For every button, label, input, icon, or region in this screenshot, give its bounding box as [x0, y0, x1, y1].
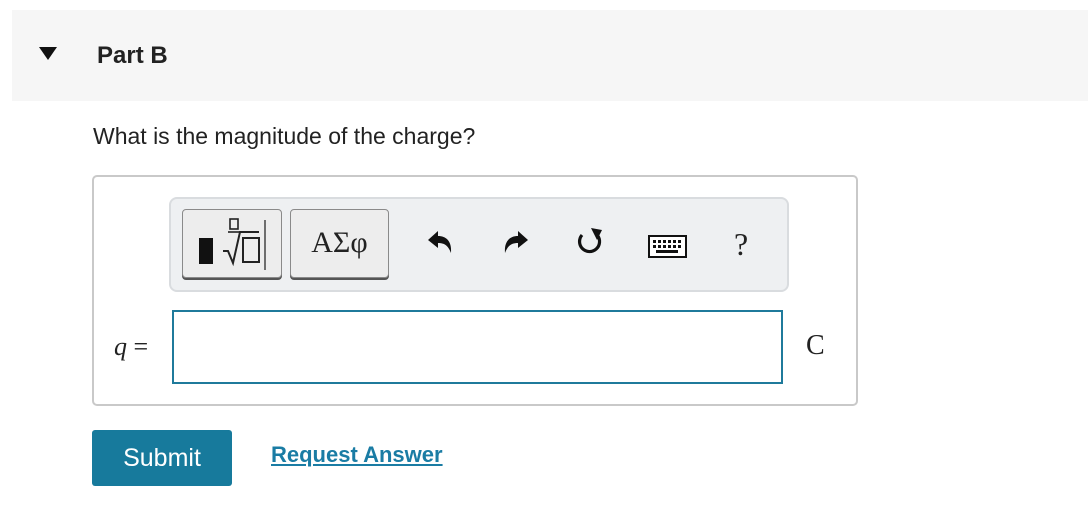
- part-title: Part B: [97, 42, 168, 69]
- unit-label: C: [806, 330, 825, 361]
- variable-label: q: [114, 332, 127, 361]
- question-text: What is the magnitude of the charge?: [93, 123, 476, 149]
- keyboard-icon[interactable]: [648, 234, 688, 260]
- caret-down-icon[interactable]: [39, 47, 57, 60]
- symbols-label: ΑΣφ: [311, 226, 368, 259]
- help-button[interactable]: ?: [734, 226, 748, 263]
- redo-icon[interactable]: [500, 228, 532, 256]
- undo-icon[interactable]: [424, 228, 456, 256]
- templates-icon: [199, 218, 266, 270]
- equals-sign: =: [133, 332, 149, 361]
- equation-label: q =: [114, 332, 148, 362]
- request-answer-link[interactable]: Request Answer: [271, 442, 443, 468]
- answer-input[interactable]: [172, 310, 783, 384]
- templates-button[interactable]: [182, 209, 282, 278]
- symbols-button[interactable]: ΑΣφ: [290, 209, 389, 278]
- submit-button[interactable]: Submit: [92, 430, 232, 486]
- reset-icon[interactable]: [573, 224, 607, 260]
- part-header[interactable]: [12, 10, 1088, 101]
